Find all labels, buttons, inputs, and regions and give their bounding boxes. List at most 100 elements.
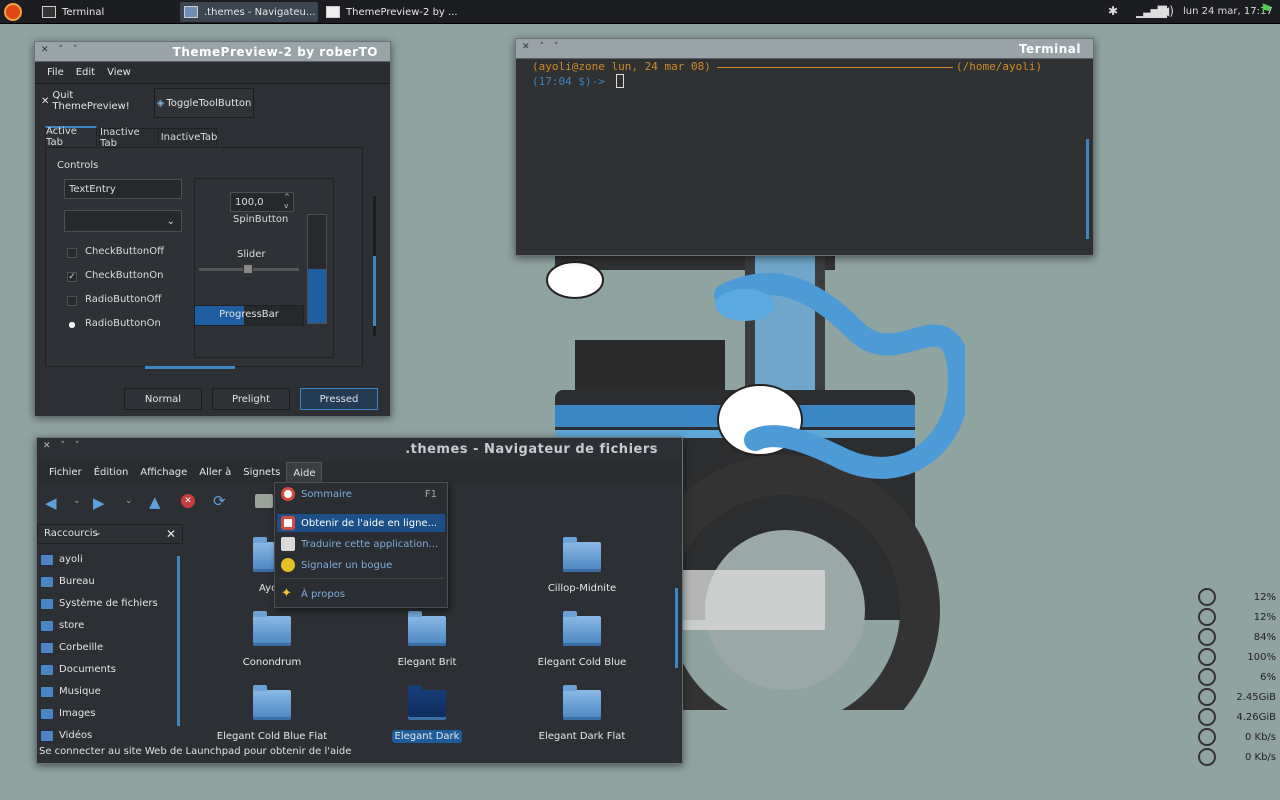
folder-icon: [408, 611, 446, 646]
home-icon[interactable]: [255, 494, 273, 508]
folder-item[interactable]: Elegant Dark: [352, 685, 502, 743]
titlebar: ✕ ˄ ˅ ThemePreview-2 by roberTO: [35, 42, 390, 62]
close-icon[interactable]: ✕: [522, 42, 530, 52]
taskbar-item-theme-preview[interactable]: ThemePreview-2 by ...: [322, 2, 462, 22]
scrollbar-thumb[interactable]: [373, 256, 376, 326]
folder-name: Conondrum: [242, 657, 302, 668]
back-icon[interactable]: ◀: [45, 494, 57, 512]
checkbutton-on-label: CheckButtonOn: [85, 270, 164, 281]
menu-aide[interactable]: Aide: [286, 462, 323, 484]
maximize-icon[interactable]: ˄: [59, 45, 64, 55]
toggle-tool-button[interactable]: ◈ ToggleToolButton: [154, 88, 254, 118]
spin-arrows-icon[interactable]: ^ v: [284, 193, 290, 211]
sidebar-item[interactable]: store: [41, 620, 84, 631]
text-entry[interactable]: TextEntry: [64, 179, 182, 199]
tab-active[interactable]: Active Tab: [45, 126, 97, 148]
sidebar-item[interactable]: Vidéos: [41, 730, 92, 741]
combo-box[interactable]: ⌄: [64, 210, 182, 232]
menu-item-sommaire[interactable]: Sommaire F1: [277, 485, 445, 503]
side-scrollbar[interactable]: [177, 556, 180, 726]
stop-icon[interactable]: ✕: [181, 494, 195, 508]
chevron-down-icon[interactable]: ⌄: [73, 496, 81, 506]
logout-icon[interactable]: ⚑: [1260, 2, 1273, 18]
sidebar-item[interactable]: Bureau: [41, 576, 95, 587]
folder-item[interactable]: Cillop-Midnite: [507, 537, 657, 595]
up-icon[interactable]: ▲: [149, 493, 161, 511]
folder-item[interactable]: Elegant Cold Blue: [507, 611, 657, 669]
ubuntu-menu-icon[interactable]: [4, 3, 22, 21]
chevron-down-icon: ⌄: [166, 215, 175, 227]
bluetooth-icon[interactable]: ✱: [1108, 4, 1118, 18]
taskbar-item-file-manager[interactable]: .themes - Navigateu...: [180, 2, 318, 22]
folder-item[interactable]: Elegant Brit: [352, 611, 502, 669]
sidebar-item[interactable]: Musique: [41, 686, 101, 697]
menu-aller-a[interactable]: Aller à: [193, 462, 237, 484]
reload-icon[interactable]: ⟳: [213, 492, 226, 510]
menu-fichier[interactable]: Fichier: [43, 462, 88, 484]
maximize-icon[interactable]: ˄: [540, 42, 545, 52]
menubar: File Edit View: [35, 62, 390, 84]
folder-icon: [253, 611, 291, 646]
radiobutton-on[interactable]: ●: [67, 320, 77, 330]
sidebar-item[interactable]: Corbeille: [41, 642, 103, 653]
menu-edit[interactable]: Edit: [70, 62, 101, 84]
menu-separator: [279, 578, 443, 579]
scrollbar-thumb[interactable]: [1086, 139, 1089, 239]
sidebar-item[interactable]: ayoli: [41, 554, 83, 565]
prompt-path: (/home/ayoli): [956, 60, 1043, 73]
minimize-icon[interactable]: ˅: [73, 45, 78, 55]
close-icon[interactable]: ✕: [166, 527, 176, 541]
menu-signets[interactable]: Signets: [237, 462, 286, 484]
prelight-button[interactable]: Prelight: [212, 388, 290, 410]
forward-icon[interactable]: ▶: [93, 494, 105, 512]
folder-item[interactable]: Conondrum: [197, 611, 347, 669]
monitor-value: 12%: [1253, 612, 1276, 623]
spin-button[interactable]: 100,0 ^ v: [230, 192, 294, 212]
main-scrollbar[interactable]: [675, 588, 678, 668]
terminal-content[interactable]: (ayoli@zone lun, 24 mar 08) (/home/ayoli…: [520, 59, 1080, 255]
menu-item-a-propos[interactable]: ✦ À propos: [277, 585, 445, 603]
minimize-icon[interactable]: ˅: [554, 42, 559, 52]
menu-item-traduire[interactable]: Traduire cette application...: [277, 535, 445, 553]
folder-item[interactable]: Elegant Cold Blue Flat: [197, 685, 347, 743]
close-icon[interactable]: ✕: [41, 45, 49, 55]
folder-name: Cillop-Midnite: [547, 583, 617, 594]
folder-item[interactable]: Elegant Dark Flat: [507, 685, 657, 743]
pressed-button[interactable]: Pressed: [300, 388, 378, 410]
menu-view[interactable]: View: [101, 62, 137, 84]
menu-item-aide-en-ligne[interactable]: Obtenir de l'aide en ligne...: [277, 514, 445, 532]
maximize-icon[interactable]: ˄: [61, 441, 66, 451]
taskbar-item-terminal[interactable]: Terminal: [38, 2, 176, 22]
menu-item-label: À propos: [301, 588, 346, 600]
chevron-down-icon[interactable]: ⌄: [125, 496, 133, 506]
lifebuoy-icon: [281, 487, 295, 501]
menu-item-signaler-bogue[interactable]: Signaler un bogue: [277, 556, 445, 574]
close-icon[interactable]: ✕: [43, 441, 51, 451]
content: ✕ Quit ThemePreview! ◈ ToggleToolButton Ac…: [35, 86, 390, 416]
folder-name: Elegant Cold Blue: [537, 657, 627, 668]
sidebar-item-label: Corbeille: [59, 642, 104, 653]
volume-icon[interactable]: ◀): [1160, 4, 1174, 18]
taskbar-item-label: ThemePreview-2 by ...: [346, 6, 458, 18]
cursor: [616, 74, 624, 88]
star-icon: ✦: [281, 586, 292, 601]
minimize-icon[interactable]: ˅: [75, 441, 80, 451]
normal-button[interactable]: Normal: [124, 388, 202, 410]
menu-edition[interactable]: Édition: [88, 462, 135, 484]
place-icon: [41, 642, 53, 653]
slider-handle[interactable]: [243, 264, 253, 274]
scrollbar[interactable]: [373, 196, 376, 336]
checkbutton-on[interactable]: ✓: [67, 272, 77, 282]
checkbutton-off[interactable]: [67, 248, 77, 258]
tab-inactive-2[interactable]: InactiveTab: [161, 128, 217, 146]
sidebar-item[interactable]: Images: [41, 708, 96, 719]
sidebar-item[interactable]: Système de fichiers: [41, 598, 158, 609]
menu-file[interactable]: File: [41, 62, 70, 84]
menu-affichage[interactable]: Affichage: [134, 462, 193, 484]
sidebar-item[interactable]: Documents: [41, 664, 116, 675]
quit-button[interactable]: ✕ Quit ThemePreview!: [41, 90, 149, 112]
hscroll-thumb[interactable]: [145, 366, 235, 369]
radiobutton-off[interactable]: [67, 296, 77, 306]
tab-inactive-1[interactable]: Inactive Tab: [99, 127, 159, 149]
side-pane-header[interactable]: Raccourcis ⌄ ✕: [37, 524, 183, 544]
